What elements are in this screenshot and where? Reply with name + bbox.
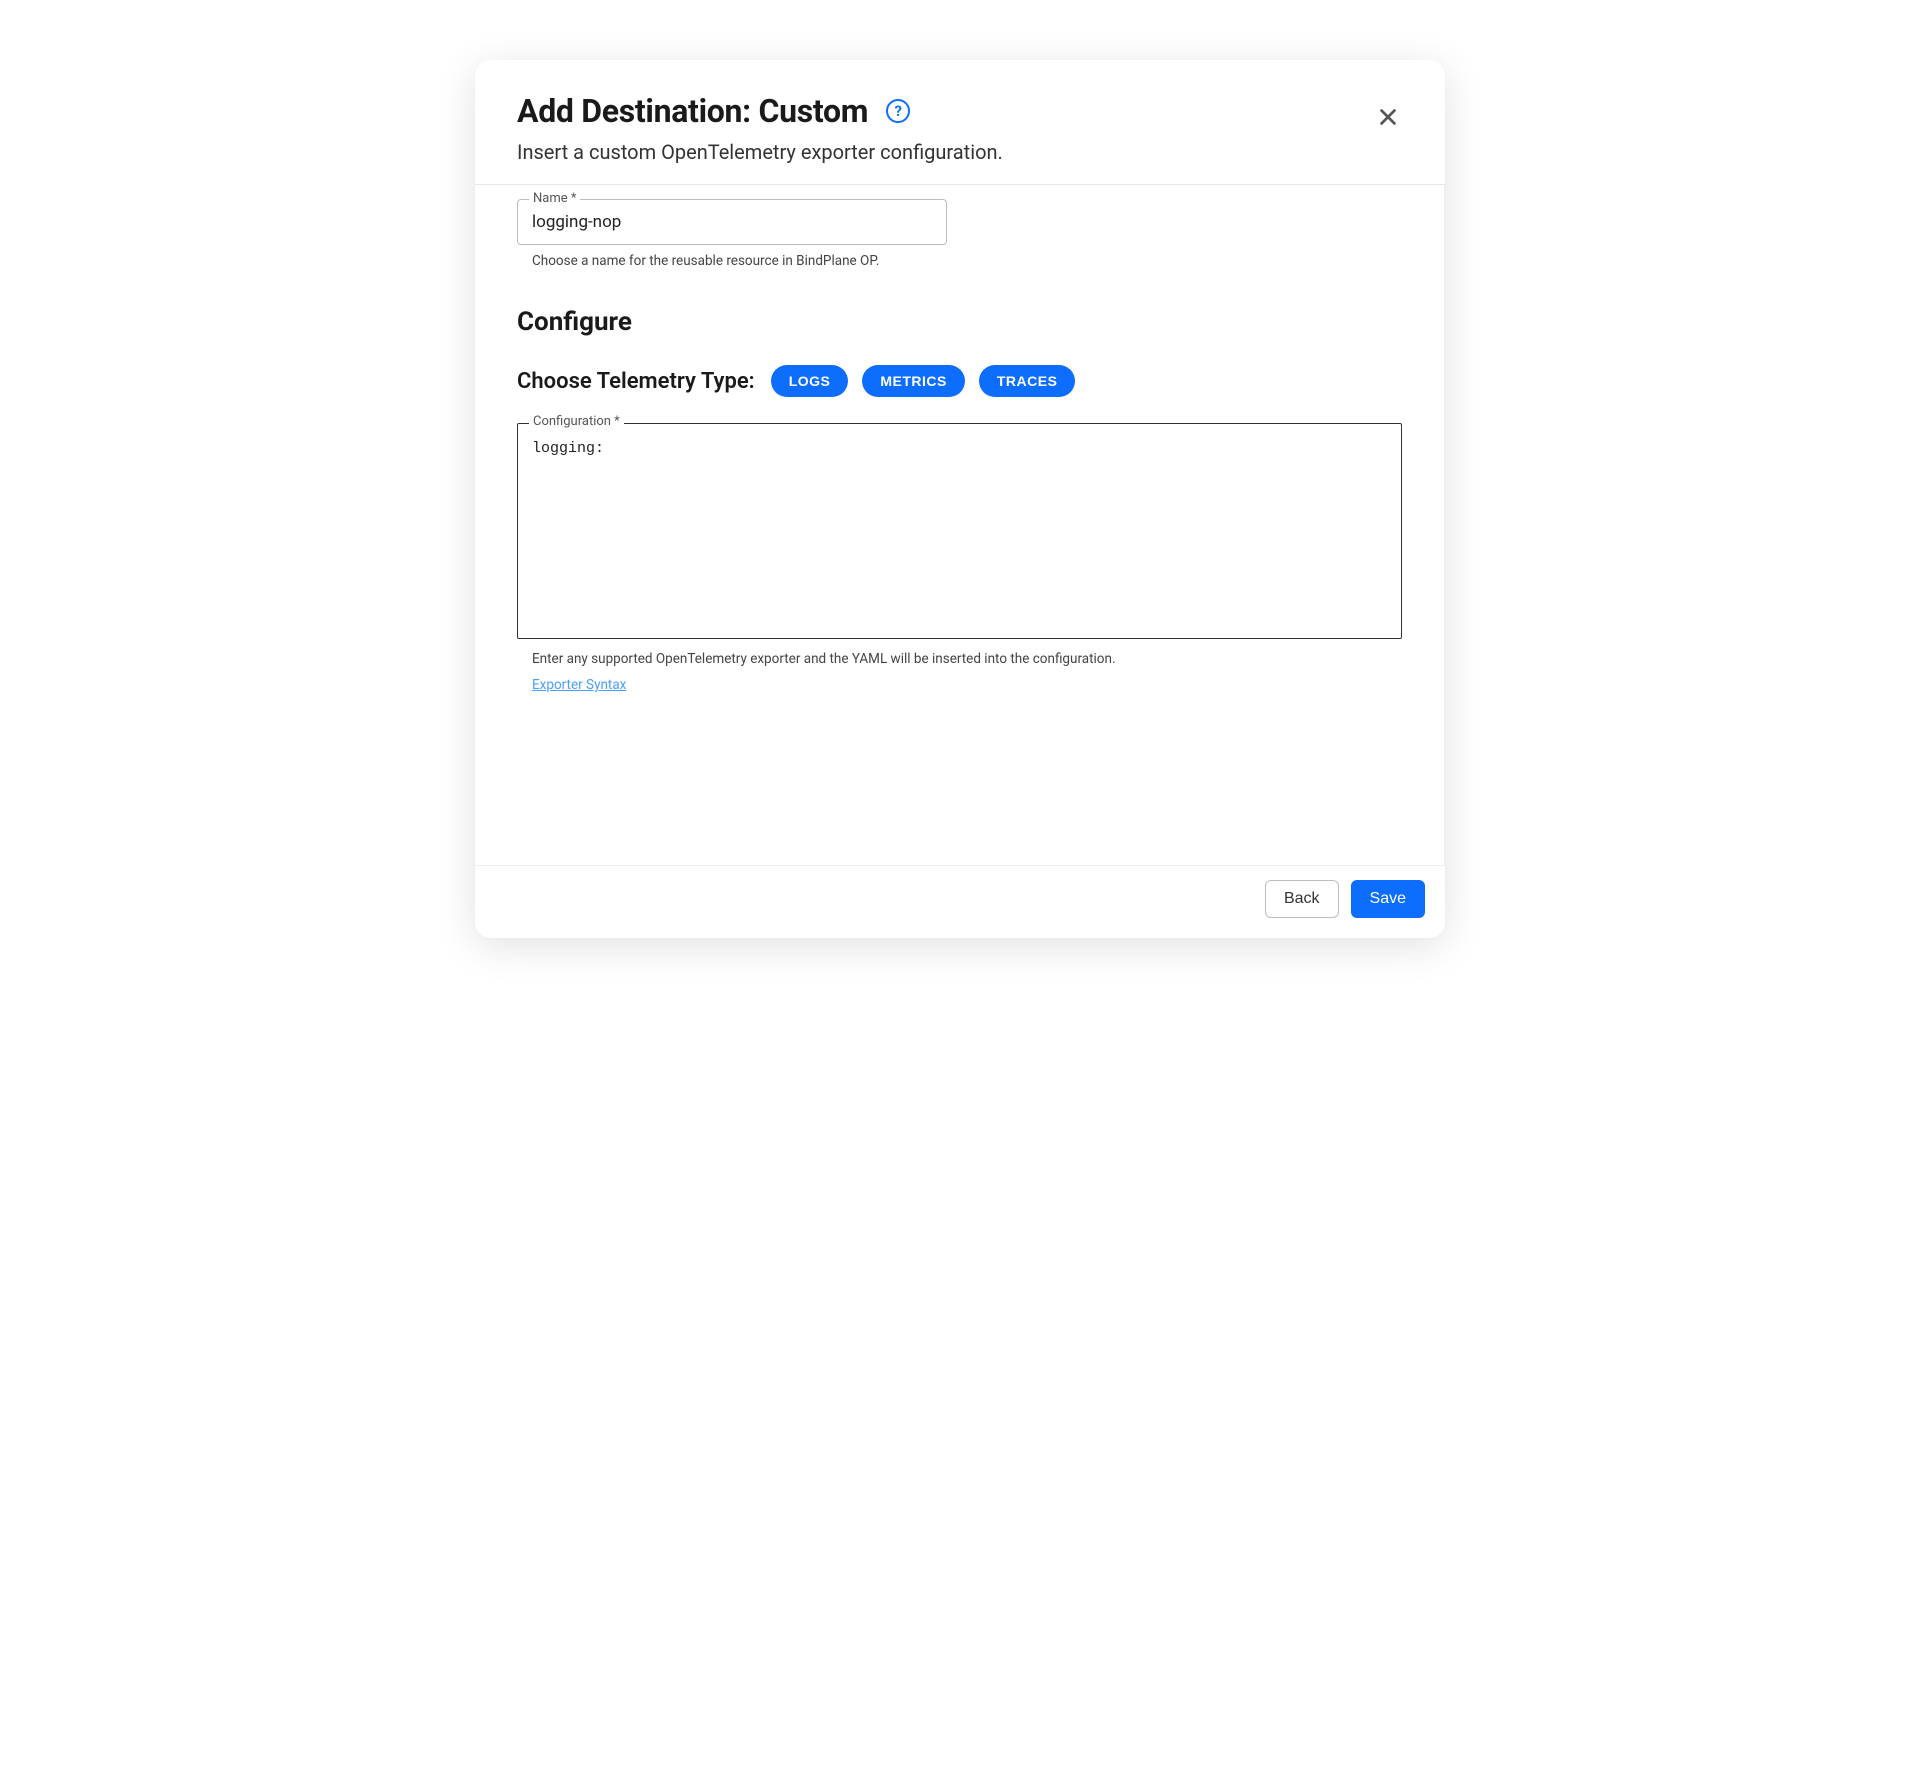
close-icon bbox=[1377, 106, 1399, 128]
name-helper-text: Choose a name for the reusable resource … bbox=[532, 253, 1402, 269]
close-button[interactable] bbox=[1373, 102, 1403, 135]
chip-logs[interactable]: LOGS bbox=[771, 365, 849, 397]
modal-title-row: Add Destination: Custom ? bbox=[517, 92, 1403, 130]
name-input[interactable] bbox=[517, 199, 947, 245]
chip-traces[interactable]: TRACES bbox=[979, 365, 1076, 397]
name-label: Name * bbox=[529, 191, 580, 206]
back-button[interactable]: Back bbox=[1265, 880, 1339, 918]
telemetry-type-row: Choose Telemetry Type: LOGS METRICS TRAC… bbox=[517, 365, 1402, 397]
chip-metrics[interactable]: METRICS bbox=[862, 365, 965, 397]
modal-subtitle: Insert a custom OpenTelemetry exporter c… bbox=[517, 140, 1403, 164]
configuration-helper-text: Enter any supported OpenTelemetry export… bbox=[532, 651, 1402, 667]
configuration-label: Configuration * bbox=[529, 414, 624, 429]
telemetry-type-label: Choose Telemetry Type: bbox=[517, 369, 755, 394]
configure-section-title: Configure bbox=[517, 307, 1402, 337]
modal-footer: Back Save bbox=[475, 865, 1445, 938]
configuration-field-wrapper: Configuration * bbox=[517, 423, 1402, 643]
exporter-syntax-link[interactable]: Exporter Syntax bbox=[532, 677, 626, 693]
modal-header: Add Destination: Custom ? Insert a custo… bbox=[475, 60, 1445, 185]
add-destination-modal: Add Destination: Custom ? Insert a custo… bbox=[475, 60, 1445, 938]
save-button[interactable]: Save bbox=[1351, 880, 1425, 918]
modal-body: Name * Choose a name for the reusable re… bbox=[475, 185, 1445, 865]
help-icon[interactable]: ? bbox=[886, 99, 910, 123]
configuration-textarea[interactable] bbox=[517, 423, 1402, 639]
name-field-wrapper: Name * bbox=[517, 199, 947, 245]
modal-title: Add Destination: Custom bbox=[517, 92, 868, 130]
